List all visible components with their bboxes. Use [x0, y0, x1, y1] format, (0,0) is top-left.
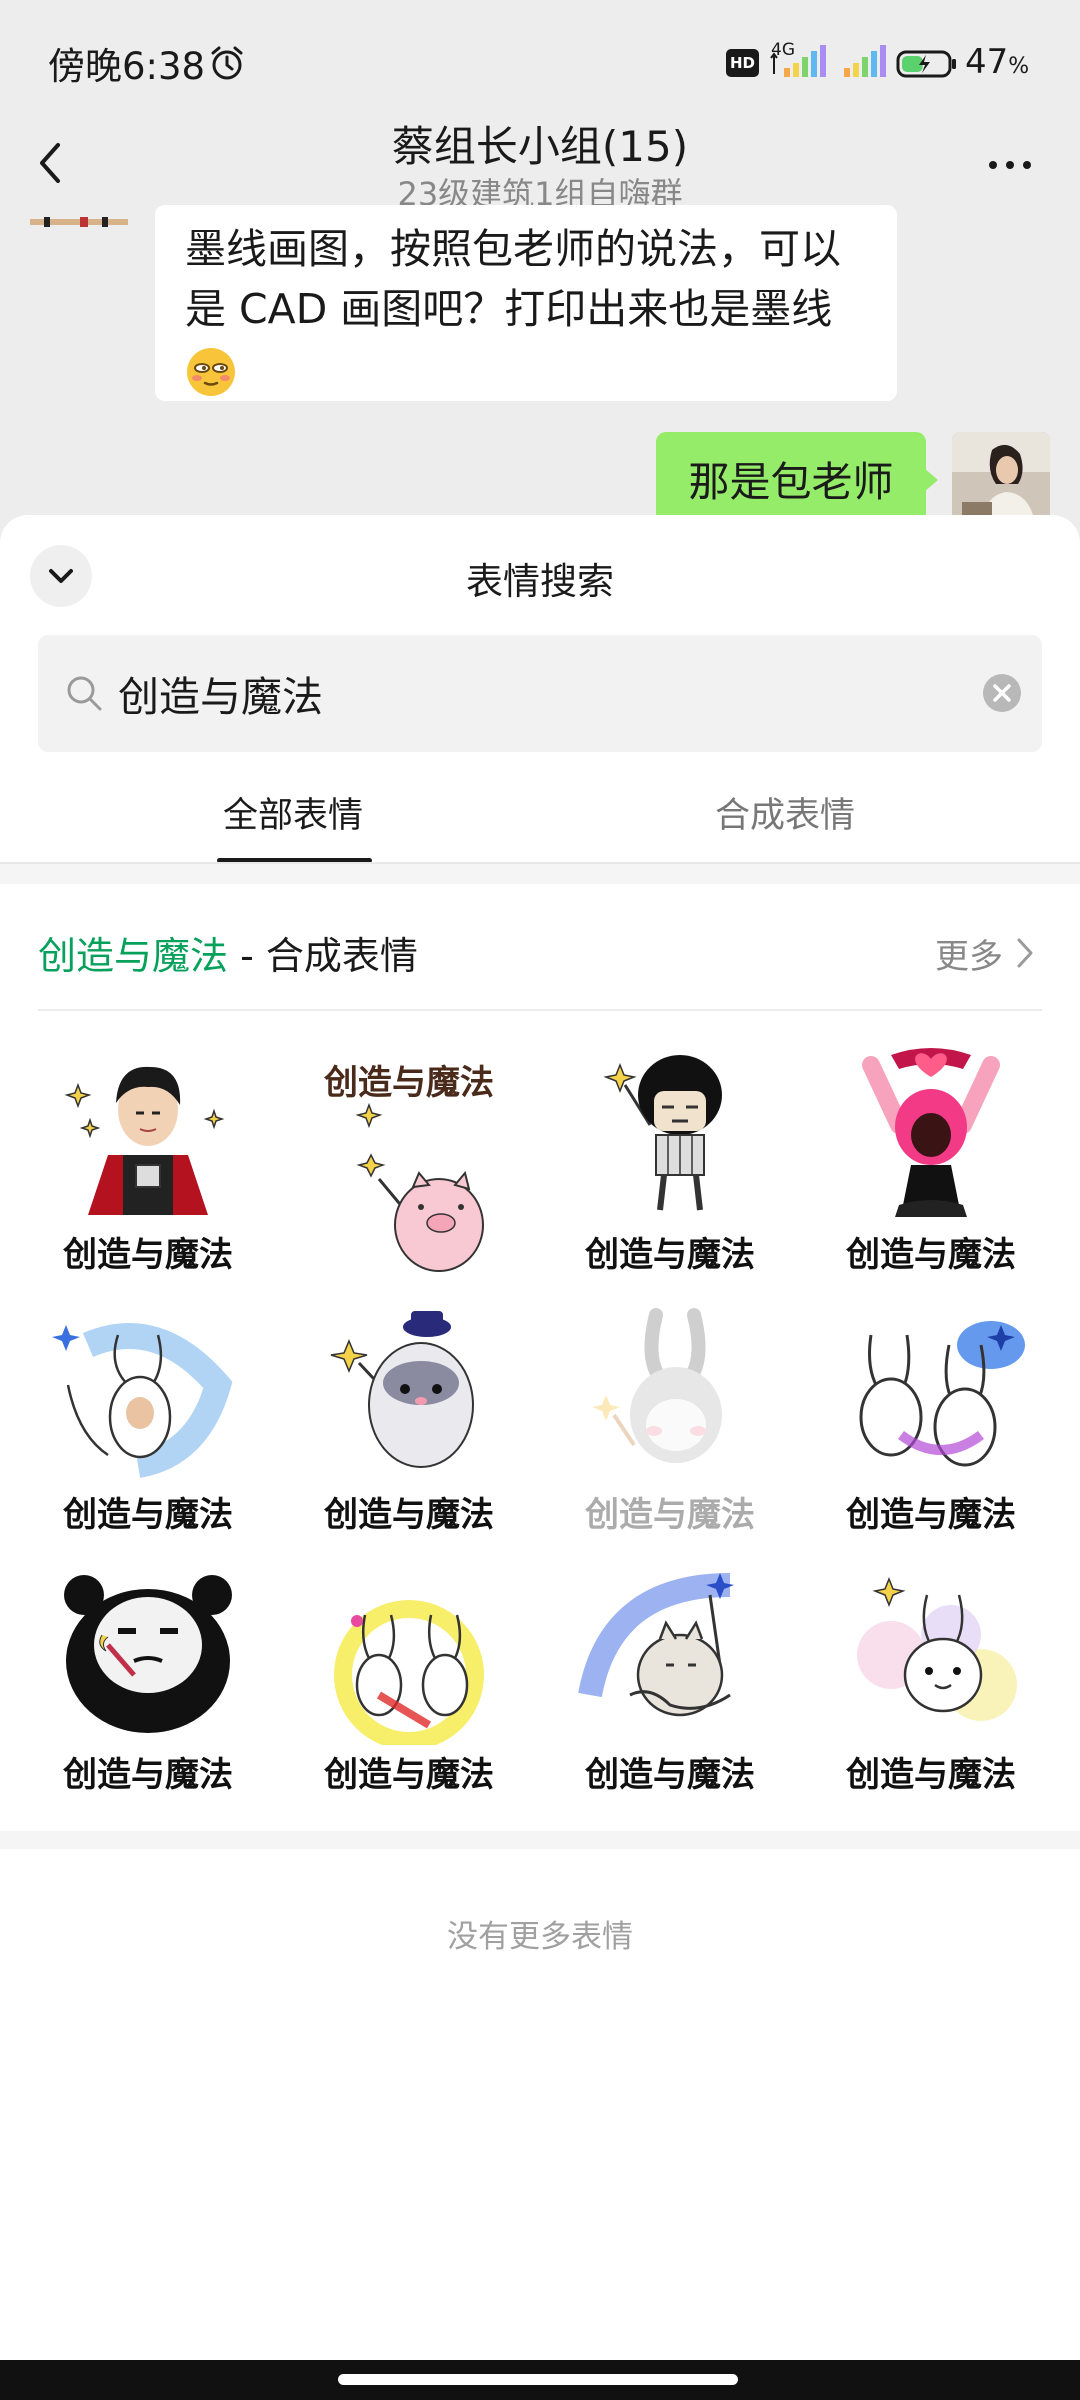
sender-avatar-edge[interactable]: [30, 205, 128, 231]
no-more-stickers-label: 没有更多表情: [447, 1919, 633, 1955]
sticker-item[interactable]: 创造与魔法: [821, 1565, 1041, 1795]
section-header: 创造与魔法 - 合成表情: [38, 925, 418, 980]
section-keyword: 创造与魔法: [38, 934, 229, 978]
battery-icon: [896, 50, 956, 78]
sticker-item[interactable]: 创造与魔法: [560, 1305, 780, 1535]
alarm-clock-icon: [211, 46, 243, 80]
sticker-caption: 创造与魔法: [585, 1235, 755, 1275]
search-icon: [67, 676, 102, 711]
pink-hair-girl-sticker-icon: [862, 1048, 1000, 1217]
bunny-sparkle-sticker-icon: [857, 1576, 1017, 1721]
home-indicator[interactable]: [338, 2374, 738, 2385]
sticker-item[interactable]: 创造与魔法: [299, 1305, 519, 1535]
battery-percent-value: 47: [965, 42, 1009, 82]
sticker-item[interactable]: 创造与魔法: [38, 1045, 258, 1275]
sticker-caption: 创造与魔法: [63, 1755, 233, 1795]
tab-all-stickers[interactable]: 全部表情: [163, 787, 423, 838]
search-input[interactable]: [118, 655, 938, 731]
sticker-caption: 创造与魔法: [324, 1495, 494, 1535]
sticker-item[interactable]: 创造与魔法: [560, 1045, 780, 1275]
sticker-caption: 创造与魔法: [585, 1495, 755, 1535]
sticker-caption: 创造与魔法: [846, 1495, 1016, 1535]
sheet-title: 表情搜索: [466, 560, 614, 603]
sticker-caption: 创造与魔法: [846, 1235, 1016, 1275]
more-link[interactable]: 更多: [935, 929, 1003, 978]
chevron-right-icon[interactable]: [1014, 935, 1036, 971]
more-options-icon[interactable]: [985, 155, 1035, 175]
outgoing-message-text: 那是包老师: [688, 458, 894, 506]
section-divider: [38, 1009, 1042, 1011]
battery-percent-unit: %: [1008, 54, 1030, 79]
incoming-message-text: 墨线画图，按照包老师的说法，可以是 CAD 画图吧？打印出来也是墨线: [185, 225, 841, 333]
sticker-item[interactable]: 创造与魔法: [821, 1045, 1041, 1275]
status-time: 傍晚6:38: [48, 45, 206, 88]
shy-face-emoji-icon: [187, 348, 235, 396]
bubble-tail: [924, 468, 938, 492]
signal-strength-2-icon: [844, 45, 886, 77]
muscle-cat-stars-sticker-icon: [578, 1573, 734, 1717]
search-box[interactable]: [38, 635, 1042, 752]
sticker-item[interactable]: 创造与魔法: [821, 1305, 1041, 1535]
sticker-item[interactable]: 创造与魔法: [38, 1305, 258, 1535]
clear-search-icon[interactable]: [982, 673, 1022, 713]
sticker-item[interactable]: 创造与魔法: [560, 1565, 780, 1795]
sticker-item[interactable]: 创造与魔法: [299, 1565, 519, 1795]
sticker-item[interactable]: 创造与魔法: [299, 1045, 519, 1275]
sticker-item[interactable]: 创造与魔法: [38, 1565, 258, 1795]
rabbits-yellow-ring-sticker-icon: [334, 1600, 484, 1745]
mushroom-head-wand-sticker-icon: [603, 1055, 722, 1211]
two-rabbits-magic-sticker-icon: [859, 1321, 1025, 1467]
battery-percent: 47%: [965, 42, 1029, 82]
signal-strength-icon: [770, 45, 826, 77]
pink-pig-wand-sticker-icon: [355, 1102, 484, 1272]
battery-level-fill: [902, 56, 923, 72]
panda-wand-sticker-icon: [64, 1575, 232, 1733]
sticker-caption: 创造与魔法: [846, 1755, 1016, 1795]
gray-bunny-wand-sticker-icon: [592, 1308, 722, 1463]
magician-boy-sticker-icon: [64, 1066, 225, 1215]
sticker-search-sheet: 表情搜索 全部表情 合成表情 创造与魔法 - 合成表情 更多: [0, 515, 1080, 2400]
section-separator: [0, 864, 1080, 884]
sticker-caption: 创造与魔法: [63, 1495, 233, 1535]
sticker-caption: 创造与魔法: [324, 1755, 494, 1795]
tab-synthesized-stickers[interactable]: 合成表情: [655, 787, 915, 838]
chat-title: 蔡组长小组(15): [391, 122, 689, 171]
sticker-grid: 创造与魔法 创造与魔法 创造与魔法 创造与魔法 创造与魔法 创造与魔法 创造与魔…: [38, 1045, 1042, 1795]
list-end-separator: [0, 1831, 1080, 1849]
incoming-message-bubble[interactable]: 墨线画图，按照包老师的说法，可以是 CAD 画图吧？打印出来也是墨线: [155, 205, 897, 401]
hd-badge: HD: [726, 49, 759, 77]
rabbit-blue-swirl-sticker-icon: [52, 1323, 233, 1478]
hamster-hat-wand-sticker-icon: [330, 1311, 474, 1468]
section-suffix: - 合成表情: [228, 934, 418, 978]
sticker-caption: 创造与魔法: [585, 1755, 755, 1795]
sticker-caption: 创造与魔法: [63, 1235, 233, 1275]
